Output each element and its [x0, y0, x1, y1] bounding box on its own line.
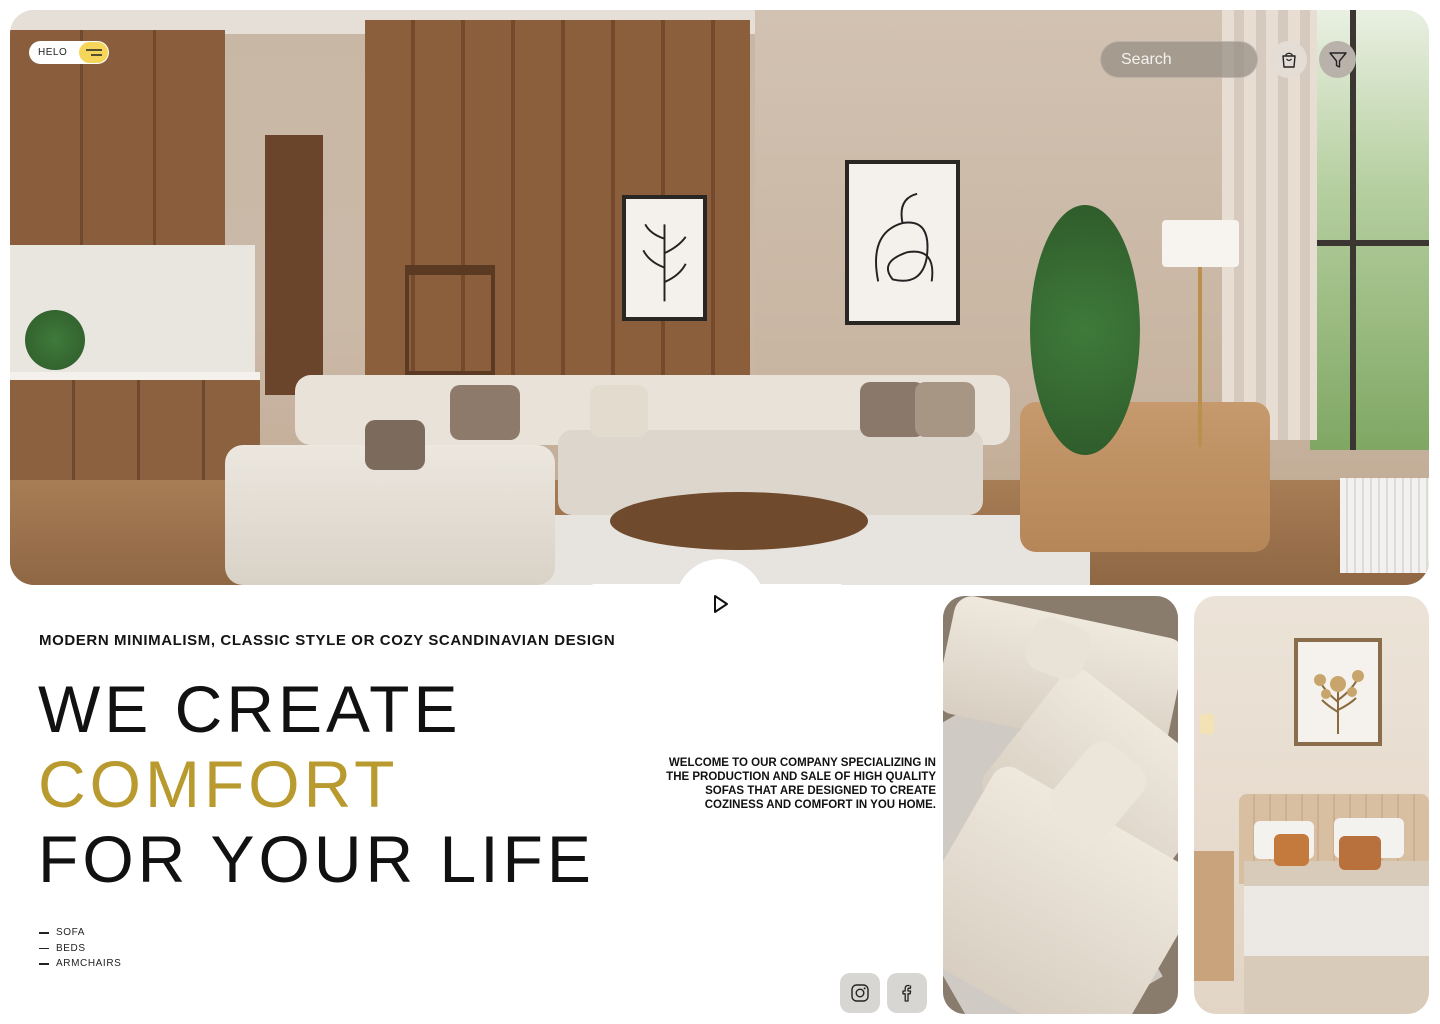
instagram-button[interactable] [840, 973, 880, 1013]
card-art-tree [1294, 638, 1382, 746]
card-nightstand [1194, 851, 1234, 981]
hero-art-leaf [622, 195, 707, 321]
hero-image: HELO Search [10, 10, 1429, 585]
filter-icon [1328, 51, 1347, 68]
hero-door [265, 135, 323, 395]
menu-icon [85, 48, 102, 56]
hero-shelf [405, 265, 495, 375]
hero-coffee-table [610, 492, 868, 550]
category-label: SOFA [56, 927, 86, 939]
category-label: ARMCHAIRS [56, 958, 122, 970]
hero-plant [1030, 205, 1140, 455]
play-icon [714, 595, 728, 613]
category-list: SOFA BEDS ARMCHAIRS [39, 925, 121, 972]
product-card-bed[interactable] [1194, 596, 1429, 1014]
hero-window [1310, 10, 1429, 450]
menu-button[interactable] [79, 42, 108, 63]
cart-button[interactable] [1270, 41, 1307, 78]
facebook-icon [902, 984, 912, 1002]
tagline: MODERN MINIMALISM, CLASSIC STYLE OR COZY… [39, 632, 616, 649]
search-input[interactable]: Search [1100, 41, 1258, 78]
dash-icon [39, 947, 49, 949]
hero-plant [25, 310, 85, 370]
product-card-sofa[interactable] [943, 596, 1178, 1014]
cart-icon [1281, 52, 1296, 68]
hero-pillow [365, 420, 425, 470]
facebook-button[interactable] [887, 973, 927, 1013]
category-label: BEDS [56, 942, 86, 954]
bed-pillow [1274, 834, 1309, 866]
play-video-button[interactable] [675, 559, 765, 649]
welcome-text: WELCOME TO OUR COMPANY SPECIALIZING IN T… [666, 757, 936, 811]
filter-button[interactable] [1319, 41, 1356, 78]
hero-pillow [915, 382, 975, 437]
hero-lamp-pole [1198, 267, 1202, 447]
headline-line-2: COMFORT [38, 747, 399, 821]
hero-pillow [450, 385, 520, 440]
category-link-beds[interactable]: BEDS [39, 941, 121, 957]
logo-text: HELO [38, 47, 68, 58]
dash-icon [39, 963, 49, 965]
headline-line-1: WE CREATE [38, 672, 462, 746]
bed-pillow [1339, 836, 1381, 870]
card-wall-lamp [1200, 714, 1214, 734]
card-blanket [1244, 886, 1429, 956]
hero-pillow [590, 385, 648, 437]
hero-counter [10, 372, 260, 380]
hero-heater [1340, 478, 1429, 573]
category-link-armchairs[interactable]: ARMCHAIRS [39, 956, 121, 972]
hero-art-flower [845, 160, 960, 325]
logo[interactable]: HELO [29, 41, 109, 64]
dash-icon [39, 932, 49, 934]
category-link-sofa[interactable]: SOFA [39, 925, 121, 941]
search-placeholder: Search [1121, 50, 1172, 68]
instagram-icon [851, 984, 869, 1002]
headline-line-3: FOR YOUR LIFE [38, 822, 595, 896]
hero-lamp-shade [1162, 220, 1239, 267]
